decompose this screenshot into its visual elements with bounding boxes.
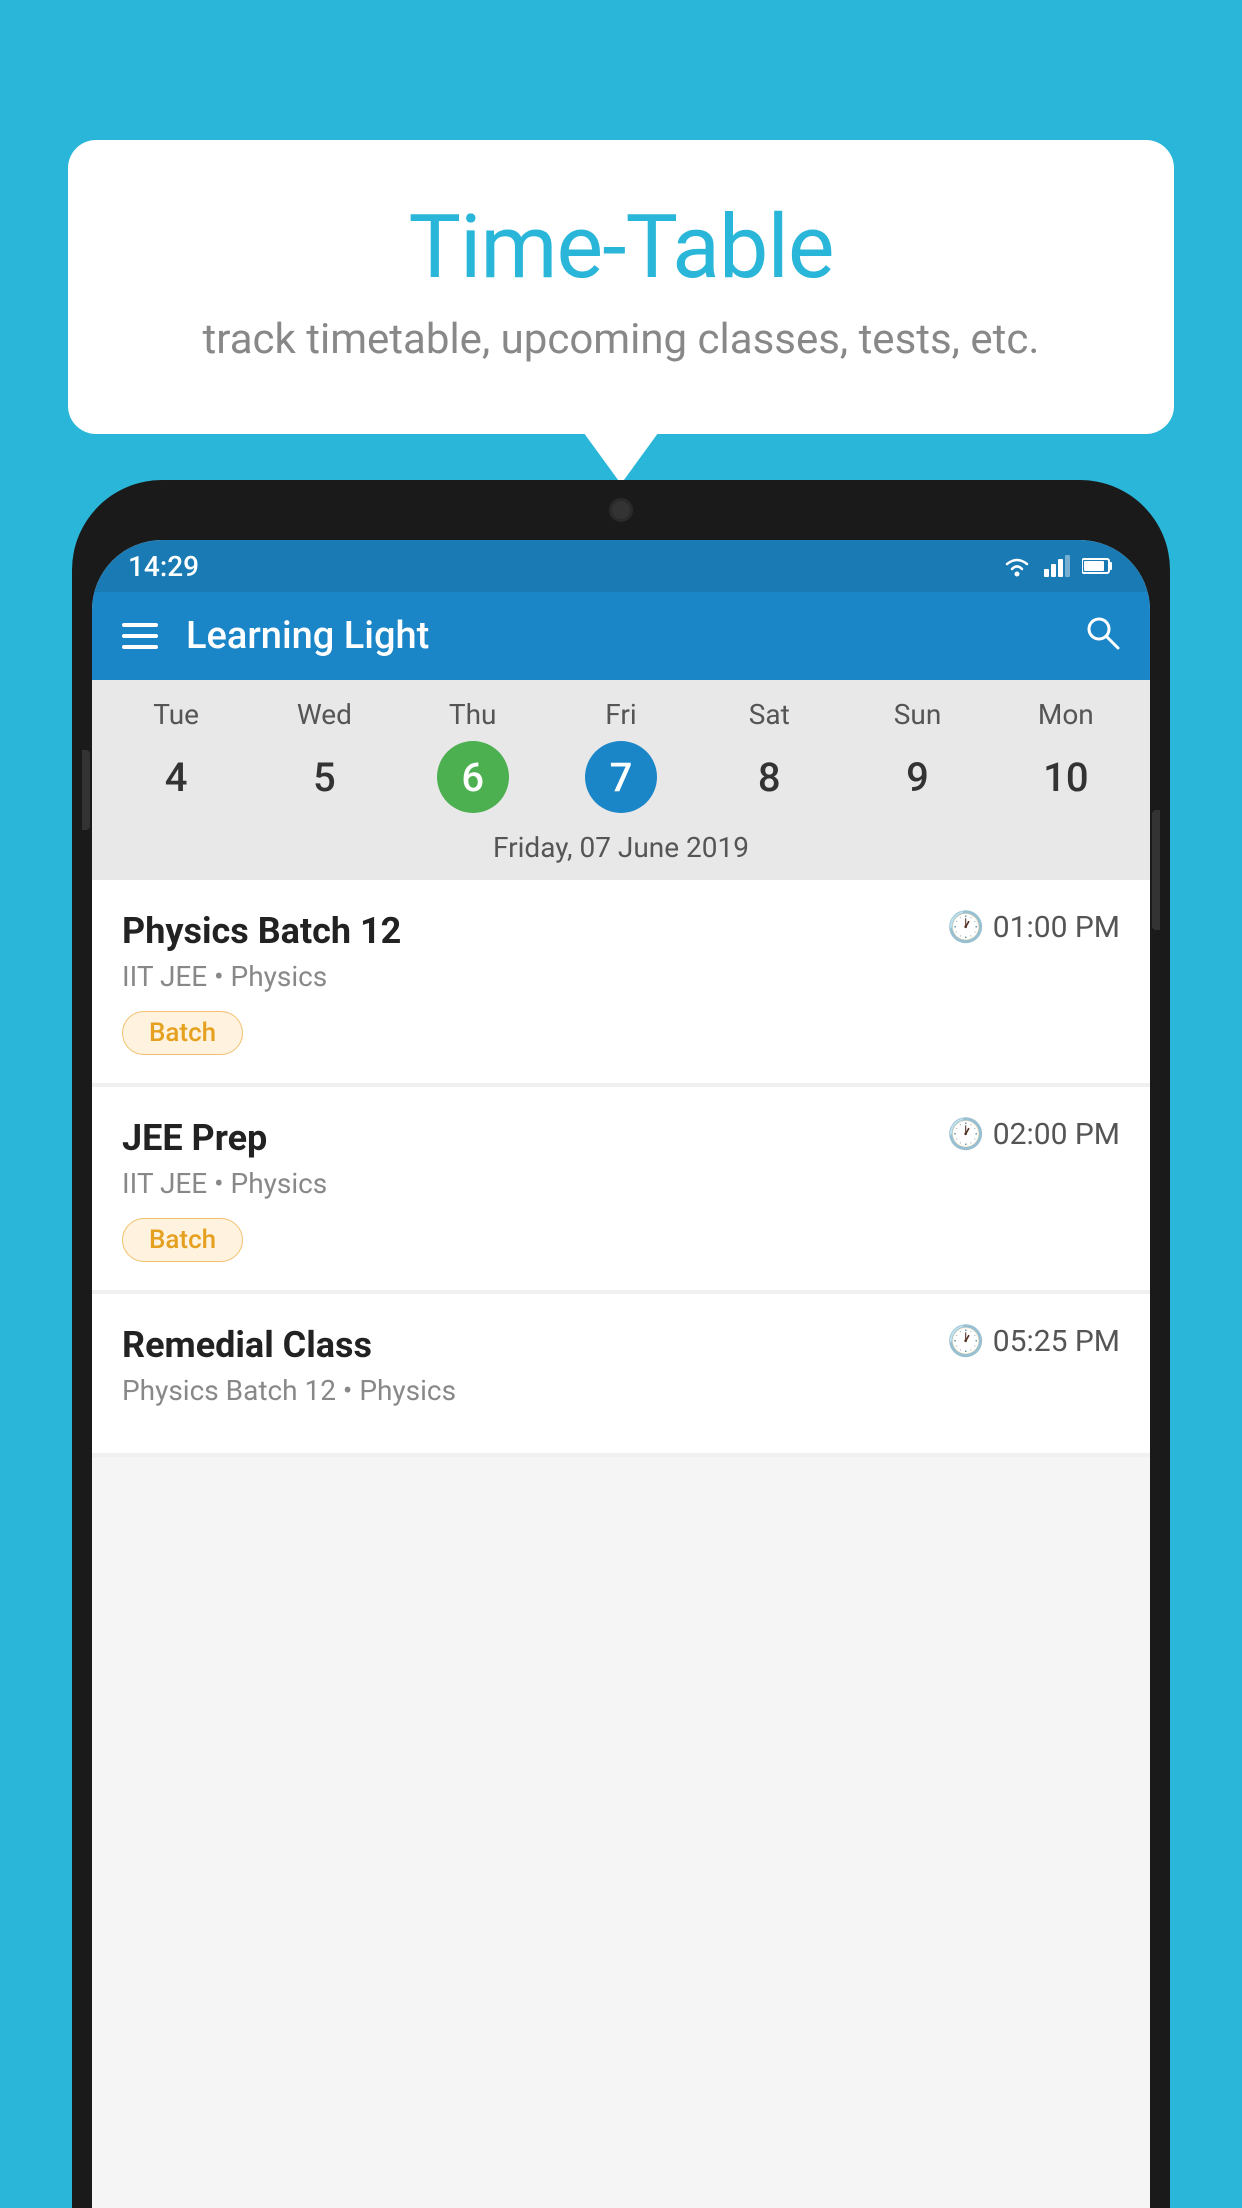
speech-bubble: Time-Table track timetable, upcoming cla… <box>68 140 1174 434</box>
selected-date-label: Friday, 07 June 2019 <box>92 825 1150 880</box>
day-8[interactable]: 8 <box>733 741 805 813</box>
signal-icon <box>1044 555 1070 577</box>
schedule-item-physics-batch[interactable]: Physics Batch 12 🕐 01:00 PM IIT JEE • Ph… <box>92 880 1150 1083</box>
schedule-time-2: 🕐 02:00 PM <box>947 1117 1120 1152</box>
day-9[interactable]: 9 <box>882 741 954 813</box>
schedule-item-remedial[interactable]: Remedial Class 🕐 05:25 PM Physics Batch … <box>92 1294 1150 1453</box>
hamburger-menu-button[interactable] <box>122 623 158 649</box>
battery-icon <box>1082 557 1114 575</box>
status-bar: 14:29 <box>92 540 1150 592</box>
clock-icon-1: 🕐 <box>947 910 984 945</box>
schedule-time-3: 🕐 05:25 PM <box>947 1324 1120 1359</box>
day-header-wed: Wed <box>284 698 364 731</box>
bubble-subtitle: track timetable, upcoming classes, tests… <box>118 315 1124 364</box>
status-icons <box>1002 555 1114 577</box>
schedule-list: Physics Batch 12 🕐 01:00 PM IIT JEE • Ph… <box>92 880 1150 1457</box>
schedule-time-1: 🕐 01:00 PM <box>947 910 1120 945</box>
day-numbers: 4 5 6 7 8 9 10 <box>92 731 1150 825</box>
day-5[interactable]: 5 <box>288 741 360 813</box>
day-header-sun: Sun <box>878 698 958 731</box>
wifi-icon <box>1002 555 1032 577</box>
phone-camera <box>609 498 633 522</box>
day-10[interactable]: 10 <box>1030 741 1102 813</box>
clock-icon-3: 🕐 <box>947 1324 984 1359</box>
schedule-item-jee-prep[interactable]: JEE Prep 🕐 02:00 PM IIT JEE • Physics Ba… <box>92 1087 1150 1290</box>
calendar-header: Tue Wed Thu Fri Sat Sun Mon 4 5 6 7 8 9 … <box>92 680 1150 880</box>
app-title: Learning Light <box>186 614 1084 658</box>
day-headers: Tue Wed Thu Fri Sat Sun Mon <box>92 698 1150 731</box>
day-header-tue: Tue <box>136 698 216 731</box>
schedule-subtitle-2: IIT JEE • Physics <box>122 1167 1120 1200</box>
schedule-title-2: JEE Prep <box>122 1117 267 1159</box>
batch-badge-2: Batch <box>122 1218 243 1262</box>
status-time: 14:29 <box>128 550 199 583</box>
schedule-title-1: Physics Batch 12 <box>122 910 401 952</box>
schedule-subtitle-3: Physics Batch 12 • Physics <box>122 1374 1120 1407</box>
day-6-today[interactable]: 6 <box>437 741 509 813</box>
batch-badge-1: Batch <box>122 1011 243 1055</box>
day-header-sat: Sat <box>729 698 809 731</box>
day-header-mon: Mon <box>1026 698 1106 731</box>
day-header-fri: Fri <box>581 698 661 731</box>
day-7-selected[interactable]: 7 <box>585 741 657 813</box>
search-button[interactable] <box>1084 614 1120 659</box>
day-4[interactable]: 4 <box>140 741 212 813</box>
phone-screen: 14:29 <box>92 540 1150 2208</box>
phone-frame: 14:29 <box>72 480 1170 2208</box>
app-bar: Learning Light <box>92 592 1150 680</box>
clock-icon-2: 🕐 <box>947 1117 984 1152</box>
bubble-title: Time-Table <box>118 200 1124 297</box>
schedule-title-3: Remedial Class <box>122 1324 372 1366</box>
schedule-subtitle-1: IIT JEE • Physics <box>122 960 1120 993</box>
day-header-thu: Thu <box>433 698 513 731</box>
